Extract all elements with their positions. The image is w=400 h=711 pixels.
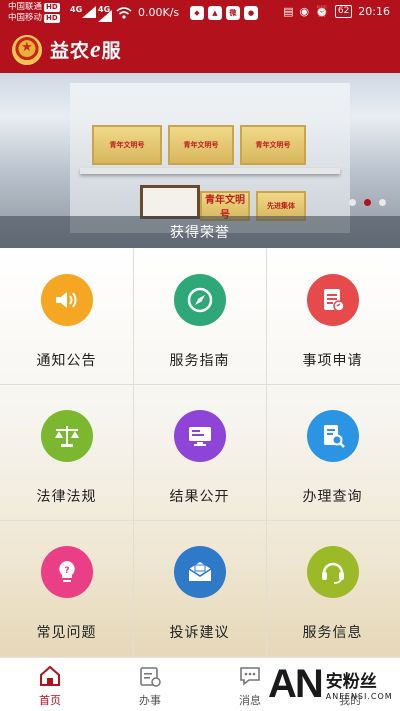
alarm-icon: ⏰	[315, 5, 329, 18]
site-watermark: AN 安粉丝 ANFENSI.COM	[268, 657, 400, 711]
service-laws-regulations[interactable]: 法律法规	[0, 384, 133, 520]
service-faq[interactable]: ? 常见问题	[0, 520, 133, 656]
services-grid: 通知公告 服务指南 事项申请 法律法规 结果公开 办理查询 ? 常见问题 投诉建…	[0, 248, 400, 657]
tab-tasks-label: 办事	[139, 694, 161, 707]
carrier-2: 中国移动	[8, 13, 43, 23]
wifi-icon	[116, 7, 132, 19]
tab-home-label: 首页	[39, 694, 61, 707]
service-notice-announcement[interactable]: 通知公告	[0, 248, 133, 384]
scales-icon	[40, 410, 93, 462]
honor-plaque: 青年文明号	[240, 125, 306, 165]
hd-badge: HD	[44, 3, 60, 12]
lightbulb-icon: ?	[40, 546, 93, 598]
svg-text:?: ?	[64, 566, 69, 576]
service-label: 服务指南	[169, 353, 230, 369]
app-notification-icon: ▲	[208, 6, 222, 20]
signal-icon-2	[98, 10, 112, 22]
service-label: 通知公告	[36, 353, 97, 369]
app-title-e: e	[90, 37, 102, 63]
home-icon	[38, 664, 62, 688]
app-header: 益农e服	[0, 27, 400, 73]
service-application[interactable]: 事项申请	[266, 248, 399, 384]
service-label: 法律法规	[36, 489, 97, 505]
battery-indicator: 62	[334, 5, 353, 18]
system-icons: ▤ ◉ ⏰ 62 20:16	[283, 5, 390, 18]
service-progress-query[interactable]: 办理查询	[266, 384, 399, 520]
carousel-dot[interactable]	[349, 199, 356, 206]
watermark-cn: 安粉丝	[325, 672, 377, 692]
service-information[interactable]: 服务信息	[266, 520, 399, 656]
app-title-prefix: 益农	[50, 40, 91, 62]
monitor-icon	[173, 410, 226, 462]
wechat-notification-icon: 微	[226, 6, 240, 20]
watermark-logo: AN	[268, 661, 324, 706]
honor-plaque: 青年文明号	[168, 125, 234, 165]
speaker-icon	[40, 274, 93, 326]
network-speed: 0.00K/s	[138, 6, 180, 19]
app-title: 益农e服	[50, 36, 122, 64]
notification-icons: ◆ ▲ 微 ●	[190, 6, 258, 20]
banner-carousel[interactable]: 青年文明号 青年文明号 青年文明号 青年文明号 先进集体 获得荣誉	[0, 73, 400, 248]
service-label: 办理查询	[302, 489, 363, 505]
service-label: 事项申请	[302, 353, 363, 369]
clock: 20:16	[358, 5, 390, 18]
tab-tasks[interactable]: 办事	[100, 658, 200, 711]
status-bar: 中国联通 HD 中国移动 HD 4G 4G 0.00K/s ◆ ▲ 微 ● ▤ ◉ …	[0, 0, 400, 27]
compass-icon	[173, 274, 226, 326]
service-results-public[interactable]: 结果公开	[133, 384, 266, 520]
headset-icon	[306, 546, 359, 598]
nfc-icon: ▤	[283, 5, 294, 18]
display-shelf	[80, 168, 340, 174]
carrier-info: 中国联通 HD 中国移动 HD	[8, 2, 60, 24]
service-label: 投诉建议	[169, 625, 230, 641]
app-notification-icon: ◆	[190, 6, 204, 20]
watermark-en: ANFENSI.COM	[325, 692, 393, 701]
certificate-frame	[140, 185, 200, 219]
eye-icon: ◉	[299, 5, 310, 18]
national-emblem-logo	[12, 35, 42, 65]
service-label: 结果公开	[169, 489, 230, 505]
service-complaint-suggestion[interactable]: 投诉建议	[133, 520, 266, 656]
calendar-task-icon	[138, 664, 162, 688]
tab-home[interactable]: 首页	[0, 658, 100, 711]
carousel-dot-active[interactable]	[364, 199, 371, 206]
app-title-suffix: 服	[101, 40, 122, 62]
carousel-indicators[interactable]	[349, 199, 386, 206]
message-icon	[238, 664, 262, 688]
signal-icon	[82, 6, 96, 18]
service-label: 常见问题	[36, 625, 97, 641]
honor-plaque: 青年文明号	[92, 125, 162, 165]
carrier-1: 中国联通	[8, 2, 43, 12]
network-type-1: 4G	[70, 5, 83, 14]
application-form-icon	[306, 274, 359, 326]
service-guide[interactable]: 服务指南	[133, 248, 266, 384]
hd-badge-2: HD	[44, 14, 60, 23]
service-label: 服务信息	[302, 625, 363, 641]
envelope-icon	[173, 546, 226, 598]
tab-messages-label: 消息	[239, 694, 261, 707]
carousel-dot[interactable]	[379, 199, 386, 206]
document-search-icon	[306, 410, 359, 462]
banner-caption: 获得荣誉	[0, 216, 400, 248]
app-notification-icon: ●	[244, 6, 258, 20]
